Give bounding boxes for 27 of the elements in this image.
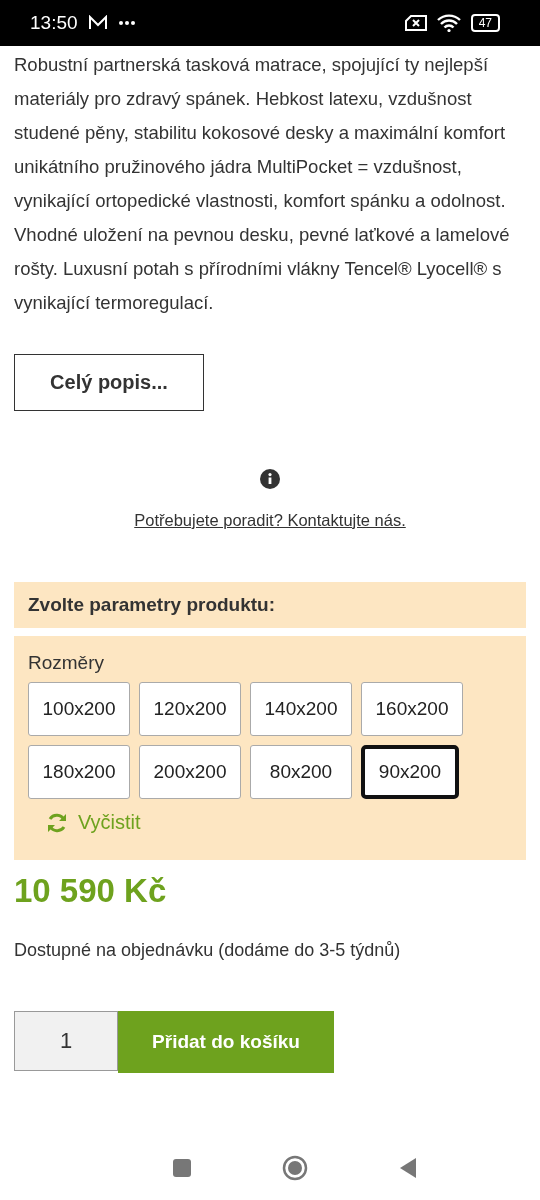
info-icon [260, 469, 280, 489]
refresh-icon [46, 811, 68, 834]
size-option[interactable]: 160x200 [361, 682, 463, 736]
wifi-icon [436, 14, 461, 32]
availability-text: Dostupné na objednávku (dodáme do 3-5 týdnů) [14, 940, 402, 961]
quantity-field[interactable]: 1 [14, 1011, 118, 1071]
size-label: Rozměry [28, 652, 104, 674]
home-icon[interactable] [282, 1155, 308, 1181]
contact-link[interactable]: Potřebujete poradit? Kontaktujte nás. [134, 511, 406, 530]
mail-icon [87, 15, 108, 31]
size-option[interactable]: 140x200 [250, 682, 352, 736]
size-option[interactable]: 180x200 [28, 745, 130, 799]
size-option[interactable]: 120x200 [139, 682, 241, 736]
battery-icon: 47 [470, 14, 500, 32]
size-option[interactable]: 80x200 [250, 745, 352, 799]
recents-icon[interactable] [172, 1158, 192, 1178]
size-option[interactable]: 90x200 [361, 745, 459, 799]
product-description: Robustní partnerská tasková matrace, spojující ty nejlepší materiály pro zdravý spánek. Hebkost latexu, vzdušnost studené pěny, stabilitu kokosové desky a maximální komfort unikátního pružinového jádra MultiPocket = vzdušnost, vynikající ortopedické vlastnosti, komfort spánku a odolnost. Vhodné uložení na pevnou desku, pevné laťkové a lamelové rošty. Luxusní potah s přírodními vlákny Tencel® Lyocell® s vynikající termoregulací. [14, 53, 511, 315]
size-option[interactable]: 100x200 [28, 682, 130, 736]
size-option[interactable]: 200x200 [139, 745, 241, 799]
parameters-header: Zvolte parametry produktu: [14, 582, 526, 628]
sim-icon [404, 15, 427, 31]
price: 10 590 Kč [14, 872, 168, 910]
full-description-button[interactable]: Celý popis... [14, 354, 204, 411]
back-icon[interactable] [398, 1157, 418, 1179]
clock: 13:50 [30, 12, 78, 34]
more-icon [117, 20, 136, 26]
